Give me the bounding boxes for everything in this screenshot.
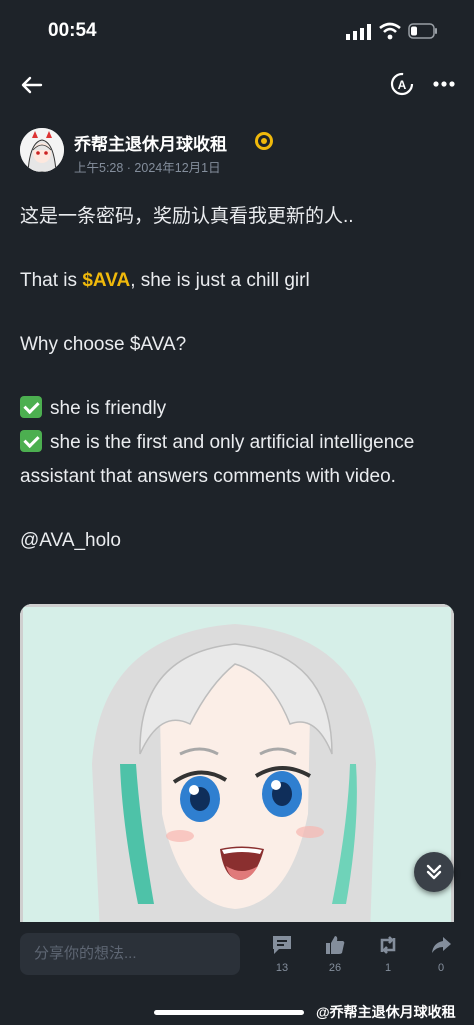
avatar[interactable]: [20, 128, 64, 172]
comment-icon: [273, 936, 291, 954]
post-line-intro: 这是一条密码，奖励认真看我更新的人..: [20, 206, 354, 227]
double-chevron-down-icon: [426, 864, 442, 880]
post-author[interactable]: 乔帮主退休月球收租 上午5:28 · 2024年12月1日: [20, 128, 460, 178]
status-time: 00:54: [48, 20, 97, 41]
post-line-reason2: she is the first and only artificial int…: [20, 426, 460, 494]
reason2-text: she is the first and only artificial int…: [20, 432, 415, 487]
comment-button[interactable]: 13: [262, 934, 302, 974]
comment-count: 13: [275, 962, 289, 974]
that-is-prefix: That is: [20, 270, 83, 291]
post-content: 这是一条密码，奖励认真看我更新的人.. That is $AVA, she is…: [20, 200, 460, 558]
mention-link[interactable]: @AVA_holo: [20, 524, 460, 558]
share-count: 0: [437, 962, 445, 974]
watermark: @乔帮主退休月球收租: [316, 1004, 456, 1020]
like-count: 26: [328, 962, 342, 974]
repost-button[interactable]: 1: [368, 934, 408, 974]
signal-icon: [346, 24, 371, 40]
more-icon[interactable]: [430, 72, 458, 96]
comment-input[interactable]: 分享你的想法...: [20, 933, 240, 975]
post-line-reason1: she is friendly: [20, 392, 460, 426]
share-icon: [432, 937, 451, 953]
repost-icon: [380, 936, 396, 954]
arrow-left-icon: [21, 76, 43, 94]
top-nav: A: [0, 64, 474, 106]
translate-icon[interactable]: A: [388, 70, 416, 98]
post-line-why: Why choose $AVA?: [20, 334, 187, 355]
post-line-that-is: That is $AVA, she is just a chill girl: [20, 264, 460, 298]
check-mark-icon: [20, 396, 42, 418]
cashtag-link[interactable]: $AVA: [82, 270, 130, 291]
home-indicator[interactable]: [154, 1010, 304, 1015]
reason1-text: she is friendly: [50, 398, 167, 419]
like-button[interactable]: 26: [315, 934, 355, 974]
post-image[interactable]: [20, 604, 454, 934]
battery-icon: [408, 23, 437, 39]
that-is-suffix: , she is just a chill girl: [130, 270, 310, 291]
check-mark-icon: [20, 430, 42, 452]
wifi-icon: [379, 22, 401, 40]
svg-text:A: A: [398, 78, 407, 92]
scroll-down-button[interactable]: [414, 852, 454, 892]
verified-badge-icon: [255, 132, 273, 150]
thumbs-up-icon: [326, 936, 345, 954]
post-timestamp: 上午5:28 · 2024年12月1日: [74, 161, 221, 175]
status-bar: 00:54: [0, 0, 474, 64]
bottom-action-bar: 分享你的想法... 13 26 1 0 @乔帮主退休月球收租: [0, 922, 474, 1025]
author-name[interactable]: 乔帮主退休月球收租: [74, 130, 227, 155]
back-button[interactable]: [18, 72, 46, 98]
share-button[interactable]: 0: [421, 934, 461, 974]
repost-count: 1: [384, 962, 392, 974]
